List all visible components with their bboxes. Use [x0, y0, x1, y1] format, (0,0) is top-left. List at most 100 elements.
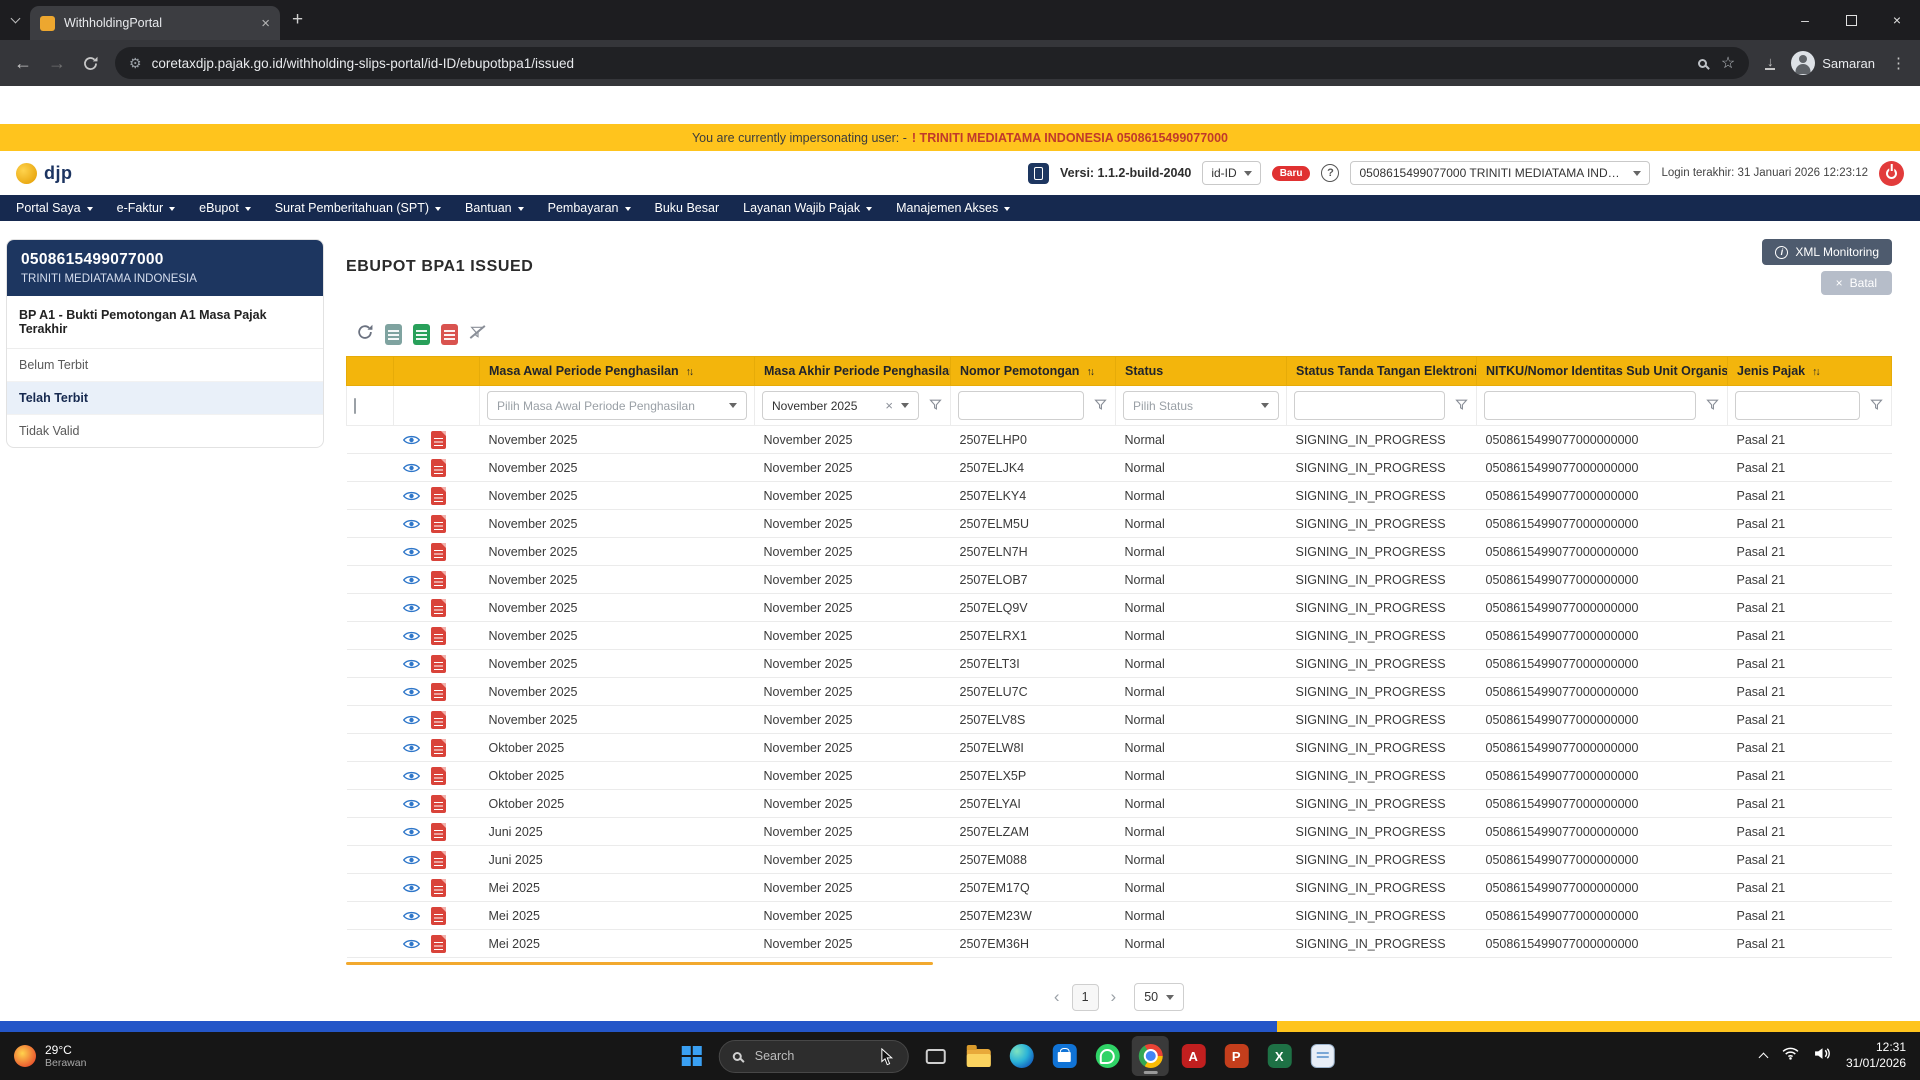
prev-page-button[interactable]: ‹	[1054, 987, 1060, 1007]
pdf-icon[interactable]	[430, 794, 446, 813]
view-icon[interactable]	[402, 518, 420, 530]
nitku-filter-input[interactable]	[1484, 391, 1696, 420]
view-icon[interactable]	[402, 686, 420, 698]
weather-widget[interactable]: 29°C Berawan	[14, 1043, 86, 1070]
view-icon[interactable]	[402, 882, 420, 894]
header-status-ttd[interactable]: Status Tanda Tangan Elektronik...	[1286, 356, 1477, 386]
tab-search-button[interactable]	[0, 13, 30, 24]
current-page[interactable]: 1	[1071, 983, 1099, 1011]
pdf-icon[interactable]	[430, 878, 446, 897]
view-icon[interactable]	[402, 630, 420, 642]
header-nomor-pemotongan[interactable]: Nomor Pemotongan ↑↓	[950, 356, 1116, 386]
pdf-icon[interactable]	[430, 514, 446, 533]
jenis-pajak-filter-input[interactable]	[1735, 391, 1860, 420]
export-excel-icon[interactable]	[413, 324, 430, 345]
view-icon[interactable]	[402, 602, 420, 614]
header-masa-awal[interactable]: Masa Awal Periode Penghasilan ↑↓	[479, 356, 755, 386]
nav-item[interactable]: Surat Pemberitahuan (SPT)	[275, 201, 442, 215]
taskbar-search[interactable]: Search	[718, 1039, 909, 1073]
nav-item[interactable]: Layanan Wajib Pajak	[743, 201, 873, 215]
pdf-icon[interactable]	[430, 822, 446, 841]
file-explorer-icon[interactable]	[960, 1036, 997, 1076]
view-icon[interactable]	[402, 546, 420, 558]
powerpoint-icon[interactable]: P	[1218, 1036, 1255, 1076]
search-icon[interactable]	[1697, 58, 1707, 68]
pdf-icon[interactable]	[430, 570, 446, 589]
nav-item[interactable]: Pembayaran	[548, 201, 631, 215]
view-icon[interactable]	[402, 770, 420, 782]
taskbar-clock[interactable]: 12:31 31/01/2026	[1846, 1040, 1906, 1071]
pdf-icon[interactable]	[430, 458, 446, 477]
pdf-icon[interactable]	[430, 626, 446, 645]
view-icon[interactable]	[402, 826, 420, 838]
notepad-icon[interactable]	[1304, 1036, 1341, 1076]
horizontal-scrollbar[interactable]	[346, 962, 934, 965]
sidebar-item[interactable]: Belum Terbit	[7, 349, 323, 382]
masa-awal-filter-select[interactable]: Pilih Masa Awal Periode Penghasilan	[487, 391, 747, 420]
edge-icon[interactable]	[1003, 1036, 1040, 1076]
pdf-icon[interactable]	[430, 598, 446, 617]
maximize-button[interactable]	[1828, 0, 1874, 40]
excel-icon[interactable]: X	[1261, 1036, 1298, 1076]
view-icon[interactable]	[402, 938, 420, 950]
tab-close-icon[interactable]: ×	[261, 16, 270, 31]
view-icon[interactable]	[402, 910, 420, 922]
view-icon[interactable]	[402, 574, 420, 586]
downloads-button[interactable]: ↓	[1765, 55, 1776, 71]
bookmark-star-icon[interactable]: ☆	[1721, 53, 1735, 73]
mobile-app-icon[interactable]	[1028, 162, 1050, 184]
clear-icon[interactable]: ×	[885, 398, 893, 413]
clear-filter-icon[interactable]	[469, 324, 485, 345]
new-tab-button[interactable]: +	[292, 9, 303, 31]
forward-button[interactable]: →	[48, 53, 66, 74]
djp-logo[interactable]: djp	[16, 162, 73, 184]
header-status[interactable]: Status	[1115, 356, 1287, 386]
browser-menu-button[interactable]: ⋮	[1891, 54, 1906, 72]
view-icon[interactable]	[402, 798, 420, 810]
nav-item[interactable]: Bantuan	[465, 201, 524, 215]
view-icon[interactable]	[402, 490, 420, 502]
sort-icon[interactable]: ↑↓	[686, 366, 694, 378]
sidebar-item[interactable]: Telah Terbit	[7, 382, 323, 415]
wifi-icon[interactable]	[1782, 1047, 1799, 1065]
filter-funnel-icon[interactable]	[1454, 397, 1469, 415]
view-icon[interactable]	[402, 658, 420, 670]
view-icon[interactable]	[402, 462, 420, 474]
status-ttd-filter-input[interactable]	[1294, 391, 1445, 420]
pdf-icon[interactable]	[430, 710, 446, 729]
chrome-icon[interactable]	[1131, 1036, 1169, 1076]
pdf-icon[interactable]	[430, 654, 446, 673]
pdf-icon[interactable]	[430, 682, 446, 701]
tray-expand-icon[interactable]	[1758, 1052, 1769, 1063]
nav-item[interactable]: Portal Saya	[16, 201, 93, 215]
nav-item[interactable]: e-Faktur	[117, 201, 176, 215]
start-button[interactable]	[673, 1037, 711, 1075]
acrobat-icon[interactable]: A	[1175, 1036, 1212, 1076]
header-masa-akhir[interactable]: Masa Akhir Periode Penghasilan...	[754, 356, 951, 386]
language-select[interactable]: id-ID	[1202, 161, 1261, 185]
pdf-icon[interactable]	[430, 766, 446, 785]
task-view-icon[interactable]	[917, 1036, 954, 1076]
sidebar-item[interactable]: Tidak Valid	[7, 415, 323, 447]
browser-tab[interactable]: WithholdingPortal ×	[30, 6, 280, 40]
filter-funnel-icon[interactable]	[928, 397, 943, 415]
pdf-icon[interactable]	[430, 906, 446, 925]
pdf-icon[interactable]	[430, 542, 446, 561]
select-all-checkbox[interactable]	[354, 397, 356, 414]
company-select[interactable]: 0508615499077000 TRINITI MEDIATAMA INDON…	[1350, 161, 1651, 185]
pdf-icon[interactable]	[430, 850, 446, 869]
store-icon[interactable]	[1046, 1036, 1083, 1076]
nomor-pemotongan-filter-input[interactable]	[958, 391, 1084, 420]
header-nitku[interactable]: NITKU/Nomor Identitas Sub Unit Organisas…	[1476, 356, 1728, 386]
back-button[interactable]: ←	[14, 53, 32, 74]
logout-button[interactable]	[1879, 160, 1904, 186]
page-size-select[interactable]: 50	[1134, 983, 1185, 1011]
header-jenis-pajak[interactable]: Jenis Pajak ↑↓	[1727, 356, 1892, 386]
export-pdf-icon[interactable]	[441, 324, 458, 345]
nav-item[interactable]: eBupot	[199, 201, 251, 215]
pdf-icon[interactable]	[430, 934, 446, 953]
volume-icon[interactable]	[1814, 1047, 1831, 1065]
sort-icon[interactable]: ↑↓	[1086, 366, 1094, 378]
pdf-icon[interactable]	[430, 430, 446, 449]
sort-icon[interactable]: ↑↓	[1812, 366, 1820, 378]
